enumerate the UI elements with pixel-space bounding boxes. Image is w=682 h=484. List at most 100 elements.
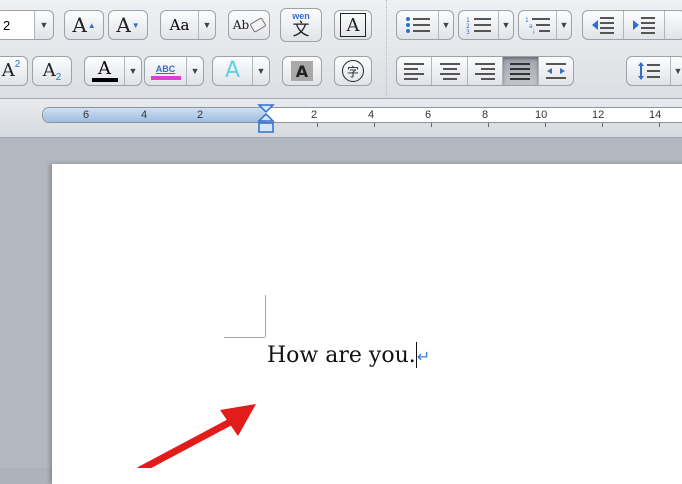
chevron-down-icon[interactable]: ▼ [556,11,571,39]
char-shading-label: A [291,61,313,81]
ruler-label: 2 [311,109,318,121]
increase-indent-button[interactable] [623,11,664,39]
multilevel-list-icon: 1ai [519,11,556,39]
text-highlight-button[interactable]: ABC ▼ [144,56,204,86]
ruler-tick [374,123,375,127]
ruler-label: 4 [368,109,375,121]
ruler-tick [488,123,489,127]
grow-font-button[interactable]: A ▲ [64,10,104,40]
decrease-indent-button[interactable] [583,11,623,39]
margin-corner-horizontal [224,337,265,338]
subscript-sub-label: 2 [55,71,62,83]
font-size-combo[interactable]: 2 ▼ [0,10,54,40]
clear-format-label: Ab [232,18,250,32]
indent-buttons [582,10,682,40]
document-body-text[interactable]: How are you.↵ [267,342,430,368]
align-center-icon [439,63,460,80]
ruler-left-margin [43,108,265,122]
highlight-color-swatch [150,76,181,80]
horizontal-ruler[interactable]: 6 4 2 2 4 6 8 10 12 14 [42,107,682,123]
align-left-button[interactable] [397,57,431,85]
superscript-button[interactable]: A 2 [0,56,28,86]
justify-button[interactable] [502,57,538,85]
ruler-tick [545,123,546,127]
enclose-char-label: 字 [342,60,364,82]
highlight-label: ABC [155,64,176,74]
multilevel-list-button[interactable]: 1ai ▼ [518,10,572,40]
enclose-characters-button[interactable]: 字 [334,56,372,86]
chevron-down-icon[interactable]: ▼ [252,57,269,85]
text-effects-button[interactable]: A ▼ [212,56,270,86]
numbering-icon: 123 [459,11,498,39]
character-border-button[interactable]: A [334,10,372,40]
eraser-icon [249,17,267,33]
char-border-label: A [340,13,366,37]
ruler-label: 14 [649,109,662,121]
chevron-down-icon[interactable]: ▼ [124,57,141,85]
phonetic-guide-button[interactable]: wen 文 [280,8,322,42]
align-right-button[interactable] [466,57,502,85]
chevron-down-icon[interactable]: ▼ [498,11,513,39]
ruler-label: 10 [535,109,548,121]
ribbon-toolbar: 2 ▼ A ▲ A ▼ Aa ▼ Ab wen 文 A ▼ 123 ▼ 1 a … [0,0,682,99]
indent-marker-icon[interactable] [257,103,275,135]
group-divider [386,0,387,98]
font-color-button[interactable]: A ▼ [84,56,142,86]
subscript-label: A [42,60,56,81]
line-spacing-icon [627,57,670,85]
distributed-button[interactable] [537,57,573,85]
caret-down-icon: ▼ [131,20,140,30]
ruler-tick [317,123,318,127]
body-text: How are you. [267,343,416,368]
paragraph-mark-icon: ↵ [416,347,431,366]
font-size-value[interactable]: 2 [0,11,34,39]
change-case-label: Aa [169,16,190,34]
svg-text:3: 3 [466,29,470,34]
alignment-group [396,56,574,86]
ruler-tick [602,123,603,127]
decrease-indent-icon [592,17,614,34]
ruler-label: 4 [141,109,148,121]
ruler-label: 12 [592,109,605,121]
grow-font-label: A [72,13,87,37]
chevron-down-icon[interactable]: ▼ [34,11,53,39]
document-canvas: How are you.↵ [0,138,682,484]
numbering-button[interactable]: 123 ▼ [458,10,514,40]
superscript-label: A [1,60,15,81]
caret-up-icon: ▲ [87,20,96,30]
text-effects-label: A [224,58,241,83]
align-right-icon [475,63,496,80]
change-case-button[interactable]: Aa ▼ [160,10,216,40]
bullets-button[interactable]: ▼ [396,10,454,40]
justify-icon [510,63,531,80]
shrink-font-label: A [116,13,131,37]
increase-indent-icon [633,17,655,34]
superscript-sup-label: 2 [14,58,21,70]
align-left-icon [404,63,425,80]
ruler-bar: 6 4 2 2 4 6 8 10 12 14 [0,99,682,138]
chevron-down-icon[interactable]: ▼ [670,57,682,85]
chevron-down-icon[interactable]: ▼ [186,57,203,85]
bullets-icon [397,11,438,39]
clear-formatting-button[interactable]: Ab [228,10,270,40]
font-color-label: A [98,58,111,79]
ruler-tick [659,123,660,127]
chevron-down-icon[interactable]: ▼ [198,11,215,39]
ruler-label: 8 [482,109,489,121]
phonetic-bottom-label: 文 [292,19,310,39]
ruler-label: 6 [83,109,90,121]
margin-corner-vertical [265,295,266,337]
chevron-down-icon[interactable]: ▼ [438,11,453,39]
svg-text:i: i [533,29,535,34]
ruler-label: 6 [425,109,432,121]
distributed-icon [545,63,566,79]
align-center-button[interactable] [431,57,466,85]
ruler-label: 2 [197,109,204,121]
shrink-font-button[interactable]: A ▼ [108,10,148,40]
character-shading-button[interactable]: A [282,56,322,86]
red-arrow-annotation [137,404,256,468]
ruler-tick [431,123,432,127]
font-color-swatch [91,78,118,82]
line-spacing-button[interactable]: ▼ [626,56,682,86]
subscript-button[interactable]: A 2 [32,56,72,86]
